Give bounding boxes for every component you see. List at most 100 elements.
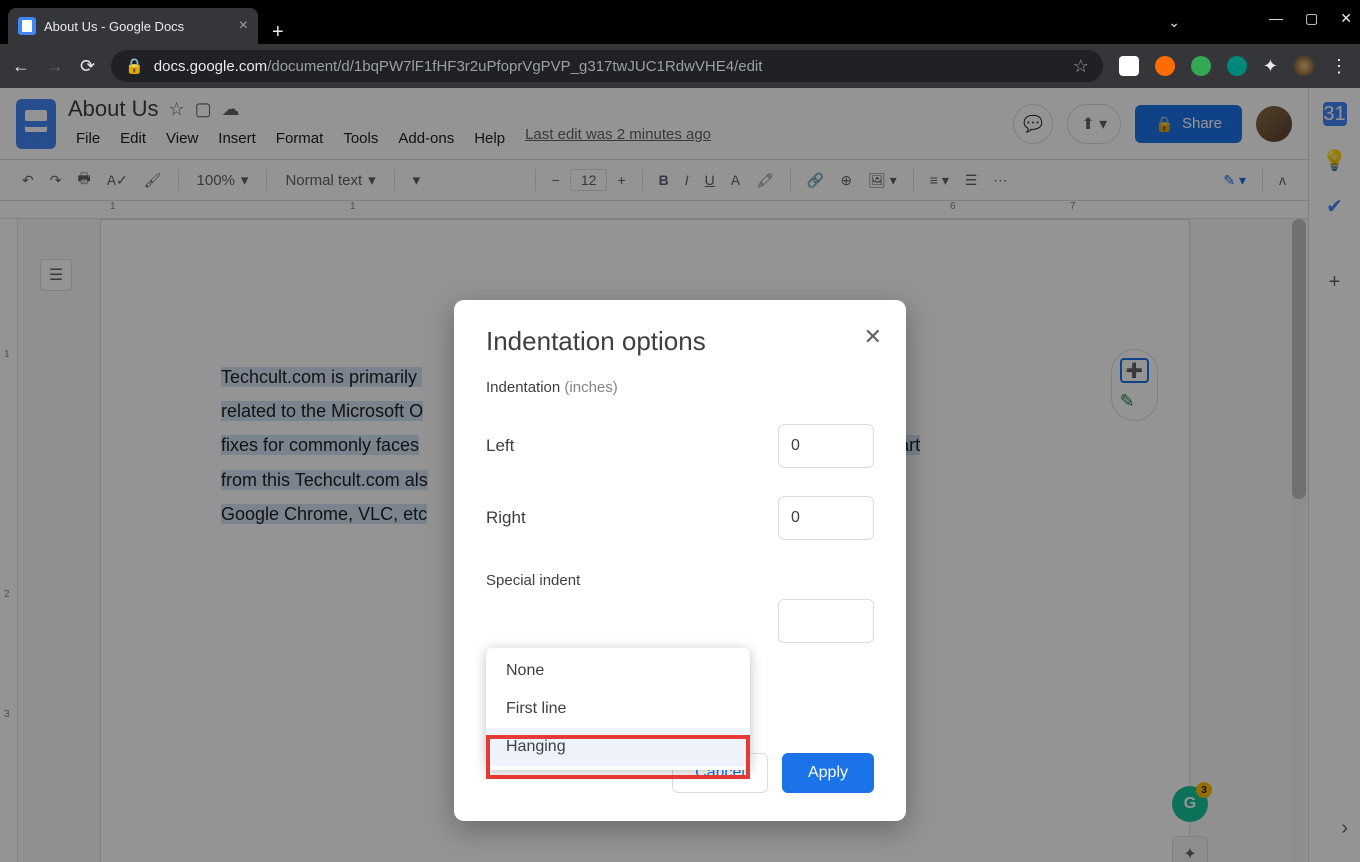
close-window-icon[interactable]: ✕ [1340, 10, 1352, 27]
right-indent-input[interactable] [778, 496, 874, 540]
paragraph-style-select[interactable]: Normal text ▾ [277, 171, 383, 189]
font-size-input[interactable]: 12 [570, 169, 608, 191]
extension-icons: ✦ ⋮ [1119, 56, 1348, 77]
menu-addons[interactable]: Add-ons [390, 126, 462, 151]
lock-icon: 🔒 [1155, 115, 1174, 133]
browser-chrome: About Us - Google Docs × + ⌄ — ▢ ✕ ← → ⟳… [0, 0, 1360, 88]
ext-icon-3[interactable] [1191, 56, 1211, 76]
grammarly-badge: 3 [1196, 782, 1212, 798]
url-path: /document/d/1bqPW7lF1fHF3r2uPfoprVgPVP_g… [267, 58, 762, 75]
calendar-icon[interactable]: 31 [1323, 102, 1347, 126]
menu-tools[interactable]: Tools [335, 126, 386, 151]
bold-button[interactable]: B [653, 168, 675, 192]
option-hanging[interactable]: Hanging [486, 728, 750, 766]
browser-tab[interactable]: About Us - Google Docs × [8, 8, 258, 44]
decrease-font-button[interactable]: − [546, 168, 566, 192]
special-indent-label: Special indent [486, 572, 874, 589]
outline-toggle-button[interactable]: ☰ [40, 259, 72, 291]
undo-button[interactable]: ↶ [16, 168, 40, 193]
option-none[interactable]: None [486, 652, 750, 690]
font-select[interactable]: ▾ [405, 171, 525, 189]
special-indent-dropdown: None First line Hanging [486, 648, 750, 770]
insert-link-button[interactable]: 🔗 [801, 168, 830, 193]
tab-overflow-icon[interactable]: ⌄ [1168, 14, 1180, 31]
ext-icon-2[interactable] [1155, 56, 1175, 76]
scrollbar-thumb[interactable] [1292, 219, 1306, 499]
suggest-edit-icon[interactable]: ✎ [1120, 391, 1149, 412]
zoom-select[interactable]: 100% ▾ [189, 171, 257, 189]
grammarly-widget[interactable]: G 3 [1172, 786, 1208, 822]
tasks-icon[interactable]: ✔ [1323, 194, 1347, 218]
forward-button: → [46, 56, 64, 77]
insert-image-button[interactable]: 🖼 ▾ [862, 168, 903, 193]
vertical-ruler[interactable]: 1 2 3 [0, 219, 18, 862]
docs-logo[interactable] [16, 99, 56, 149]
left-indent-input[interactable] [778, 424, 874, 468]
minimize-icon[interactable]: — [1269, 10, 1283, 27]
close-tab-icon[interactable]: × [239, 17, 248, 35]
collapse-sidepanel-icon[interactable]: › [1341, 817, 1348, 840]
lock-icon: 🔒 [125, 57, 144, 75]
new-tab-button[interactable]: + [258, 21, 298, 44]
extensions-icon[interactable]: ✦ [1263, 56, 1278, 77]
doc-header: About Us ☆ ▢ ☁ File Edit View Insert For… [0, 88, 1308, 151]
open-comments-button[interactable]: 💬 [1013, 104, 1053, 144]
url-bar: ← → ⟳ 🔒 docs.google.com/document/d/1bqPW… [0, 44, 1360, 88]
redo-button[interactable]: ↷ [44, 168, 68, 193]
menu-insert[interactable]: Insert [210, 126, 264, 151]
tab-bar: About Us - Google Docs × + ⌄ — ▢ ✕ [0, 0, 1360, 44]
ext-icon-4[interactable] [1227, 56, 1247, 76]
profile-avatar-icon[interactable] [1294, 56, 1314, 76]
side-panel: 31 💡 ✔ + [1308, 88, 1360, 862]
browser-menu-icon[interactable]: ⋮ [1330, 56, 1348, 77]
italic-button[interactable]: I [679, 168, 695, 192]
line-spacing-button[interactable]: ☰ [959, 168, 984, 193]
account-avatar[interactable] [1256, 106, 1292, 142]
reload-button[interactable]: ⟳ [80, 56, 95, 77]
document-title[interactable]: About Us [68, 96, 159, 122]
underline-button[interactable]: U [699, 168, 721, 192]
docs-favicon [18, 17, 36, 35]
dialog-title: Indentation options [486, 326, 874, 357]
share-button[interactable]: 🔒 Share [1135, 105, 1242, 143]
star-document-icon[interactable]: ☆ [169, 99, 185, 120]
apply-button[interactable]: Apply [782, 753, 874, 793]
present-button[interactable]: ⬆ ▾ [1067, 104, 1121, 144]
collapse-toolbar-button[interactable]: ʌ [1273, 168, 1292, 192]
horizontal-ruler[interactable]: 1 1 6 7 [0, 201, 1308, 219]
explore-button[interactable]: ✦ [1172, 836, 1208, 862]
ext-icon-1[interactable] [1119, 56, 1139, 76]
vertical-scrollbar[interactable] [1292, 219, 1306, 862]
option-first-line[interactable]: First line [486, 690, 750, 728]
menu-edit[interactable]: Edit [112, 126, 154, 151]
back-button[interactable]: ← [12, 56, 30, 77]
address-bar[interactable]: 🔒 docs.google.com/document/d/1bqPW7lF1fH… [111, 50, 1103, 82]
insert-comment-button[interactable]: ⊕ [834, 168, 858, 193]
editing-mode-button[interactable]: ✎ ▾ [1217, 168, 1252, 193]
increase-font-button[interactable]: + [611, 168, 631, 192]
more-tools-button[interactable]: ⋯ [987, 168, 1013, 193]
add-comment-icon[interactable]: ➕ [1120, 358, 1149, 383]
url-domain: docs.google.com [154, 58, 267, 75]
text-color-button[interactable]: A [725, 168, 746, 192]
menu-file[interactable]: File [68, 126, 108, 151]
toolbar: ↶ ↷ 🖶 A✓ 🖌 100% ▾ Normal text ▾ ▾ − 12 +… [0, 159, 1308, 201]
special-indent-value-input[interactable] [778, 599, 874, 643]
paint-format-button[interactable]: 🖌 [138, 168, 168, 193]
last-edit-link[interactable]: Last edit was 2 minutes ago [525, 126, 711, 151]
menu-format[interactable]: Format [268, 126, 332, 151]
share-label: Share [1182, 115, 1222, 132]
menu-view[interactable]: View [158, 126, 206, 151]
add-addon-icon[interactable]: + [1323, 270, 1347, 294]
highlight-button[interactable]: 🖍 [750, 168, 780, 193]
cloud-status-icon[interactable]: ☁ [222, 99, 240, 120]
move-document-icon[interactable]: ▢ [195, 99, 212, 120]
print-button[interactable]: 🖶 [71, 164, 96, 196]
menu-help[interactable]: Help [466, 126, 513, 151]
close-dialog-button[interactable]: ✕ [864, 324, 882, 350]
bookmark-star-icon[interactable]: ☆ [1073, 56, 1089, 77]
keep-icon[interactable]: 💡 [1323, 148, 1347, 172]
maximize-icon[interactable]: ▢ [1305, 10, 1318, 27]
spellcheck-button[interactable]: A✓ [101, 168, 134, 193]
align-button[interactable]: ≡ ▾ [924, 168, 955, 193]
